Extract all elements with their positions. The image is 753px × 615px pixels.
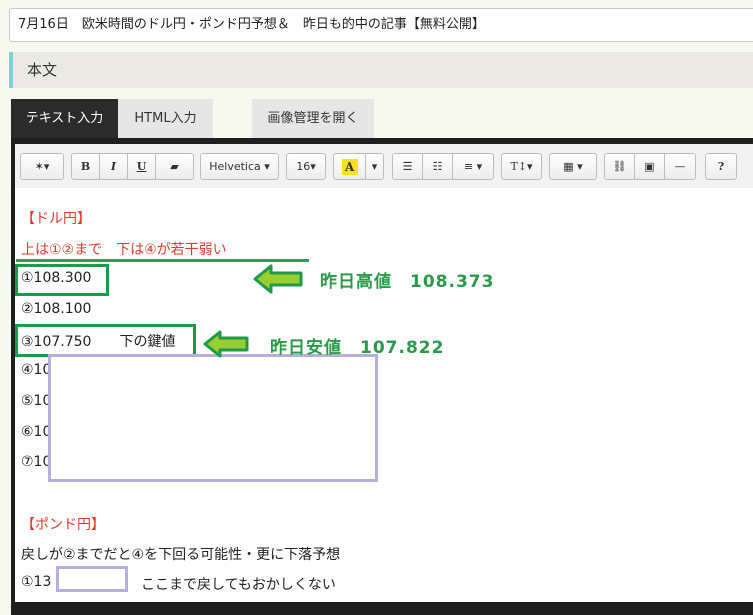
bold-button[interactable]: B <box>71 153 100 180</box>
level-2: ②108.100 <box>21 301 92 317</box>
horizontal-rule-icon[interactable]: — <box>664 153 696 180</box>
table-dropdown[interactable]: ▦ ▾ <box>549 153 597 180</box>
yesterday-high-annotation: 昨日高値 108.373 <box>320 272 495 292</box>
bullet-list-icon[interactable]: ☰ <box>392 153 423 180</box>
pound-yen-note: 戻しが②までだと④を下回る可能性・更に下落予想 <box>21 547 341 563</box>
font-family-select[interactable]: Helvetica ▾ <box>200 153 279 180</box>
low-level-box <box>15 324 196 357</box>
tab-image-manager[interactable]: 画像管理を開く <box>252 99 374 139</box>
highlight-button[interactable]: A <box>333 153 366 180</box>
editor-content[interactable]: 【ドル円】 上は①②まで 下は④が若干弱い ①108.300 ②108.100 … <box>15 188 753 602</box>
pound-level-1: ①13 <box>21 574 52 590</box>
eraser-icon[interactable]: ▰ <box>155 153 194 180</box>
note-underline <box>16 259 309 262</box>
line-height-dropdown[interactable]: T↕▾ <box>501 153 542 180</box>
picture-icon[interactable]: ▣ <box>634 153 665 180</box>
editor-toolbar: ✶▾ B I U ▰ Helvetica ▾ 16▾ A ▾ ☰ ☷ ≡ ▾ T… <box>15 144 753 188</box>
underline-button[interactable]: U <box>127 153 156 180</box>
tab-text-input[interactable]: テキスト入力 <box>11 99 118 139</box>
yesterday-low-annotation: 昨日安値 107.822 <box>270 338 445 358</box>
rich-text-editor: ✶▾ B I U ▰ Helvetica ▾ 16▾ A ▾ ☰ ☷ ≡ ▾ T… <box>11 138 753 615</box>
level-5: ⑤10 <box>21 393 52 409</box>
dollar-yen-heading: 【ドル円】 <box>21 211 91 227</box>
level-7: ⑦10 <box>21 454 52 470</box>
dollar-yen-note: 上は①②まで 下は④が若干弱い <box>21 242 227 258</box>
italic-button[interactable]: I <box>99 153 128 180</box>
align-dropdown[interactable]: ≡ ▾ <box>452 153 494 180</box>
tab-html-input[interactable]: HTML入力 <box>118 99 213 139</box>
color-dropdown[interactable]: ▾ <box>365 153 384 180</box>
high-level-box <box>15 264 109 296</box>
title-input[interactable]: 7月16日 欧米時間のドル円・ポンド円予想＆ 昨日も的中の記事【無料公開】 <box>9 8 753 42</box>
hidden-levels-mask <box>48 354 378 482</box>
numbered-list-icon[interactable]: ☷ <box>422 153 453 180</box>
arrow-left-icon <box>203 330 249 358</box>
level-4: ④10 <box>21 362 52 378</box>
magic-wand-icon[interactable]: ✶▾ <box>20 153 64 180</box>
pound-yen-heading: 【ポンド円】 <box>21 517 105 533</box>
section-heading: 本文 <box>9 52 753 88</box>
pound-level-1-comment: ここまで戻してもおかしくない <box>141 577 336 593</box>
arrow-left-icon <box>253 264 303 294</box>
link-icon[interactable]: ⛓ <box>604 153 635 180</box>
level-6: ⑥10 <box>21 424 52 440</box>
hidden-pound-value-mask <box>56 566 128 592</box>
font-size-select[interactable]: 16▾ <box>286 153 326 180</box>
help-button[interactable]: ? <box>705 153 737 180</box>
highlight-icon: A <box>341 159 358 175</box>
